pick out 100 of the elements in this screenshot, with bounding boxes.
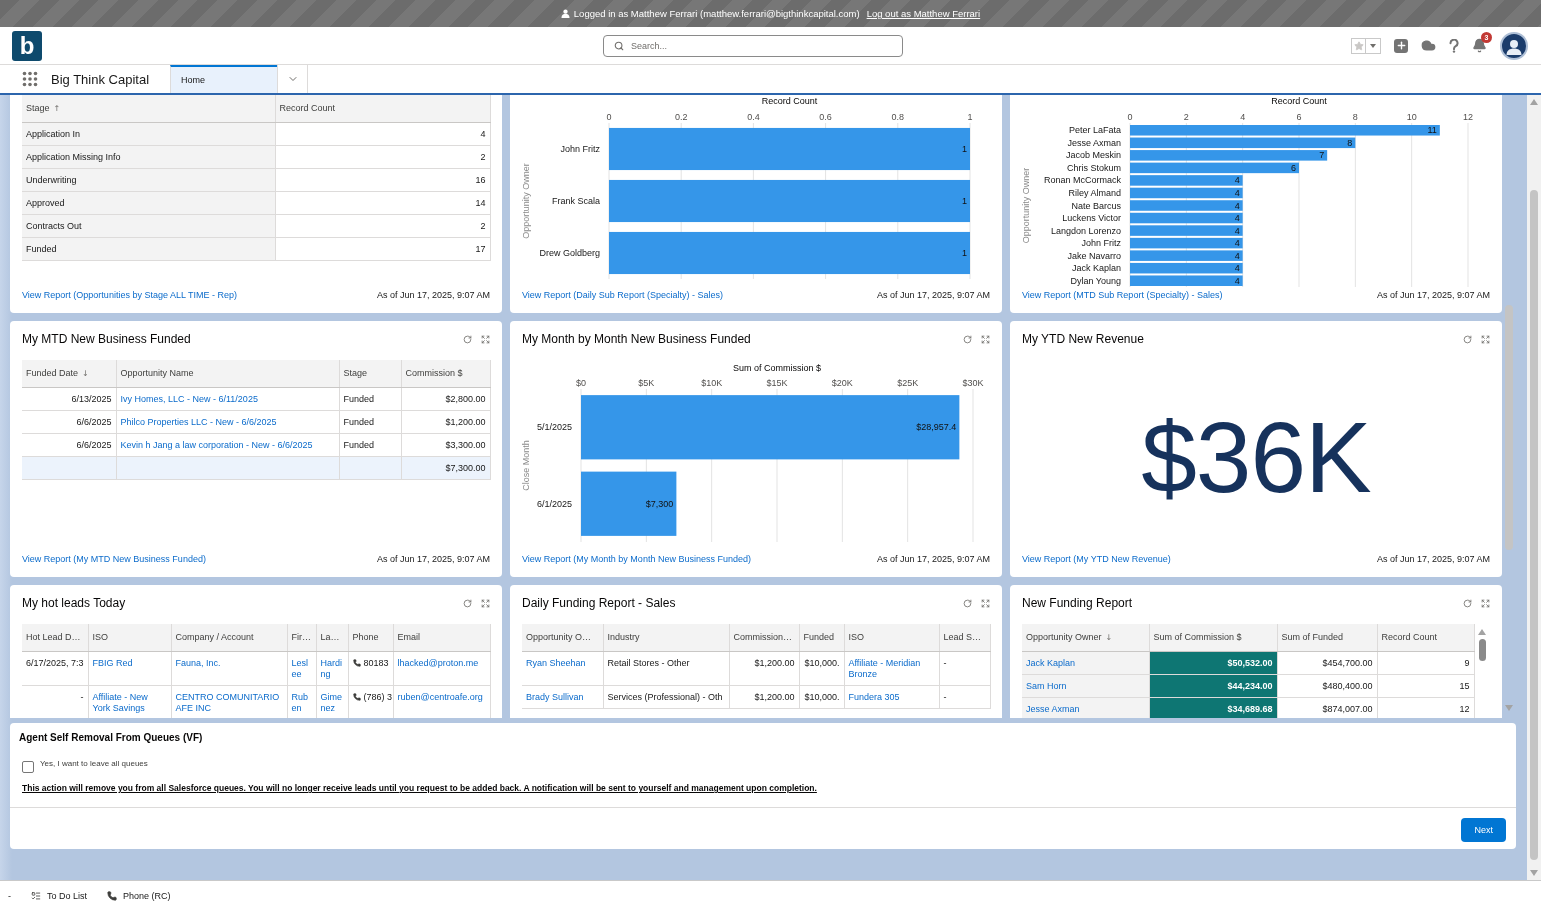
scroll-down-icon[interactable] xyxy=(1530,870,1538,876)
scrollbar-thumb[interactable] xyxy=(1505,305,1513,550)
column-header[interactable]: Commission… xyxy=(729,624,799,652)
table-link[interactable]: Harding xyxy=(320,658,344,680)
column-header[interactable]: Company / Account xyxy=(171,624,287,652)
table-link[interactable]: Gimenez xyxy=(320,692,344,714)
column-header[interactable]: Funded Date ↓ xyxy=(22,360,116,388)
app-launcher-icon[interactable] xyxy=(22,71,38,87)
table-link[interactable]: Philco Properties LLC - New - 6/6/2025 xyxy=(120,417,335,428)
star-icon xyxy=(1353,40,1364,51)
checkbox[interactable] xyxy=(22,761,34,773)
column-header[interactable]: ISO xyxy=(844,624,939,652)
refresh-icon[interactable] xyxy=(963,334,972,344)
table-link[interactable]: lhacked@proton.me xyxy=(397,658,486,669)
utility-item[interactable]: Phone (RC) xyxy=(107,891,171,901)
expand-icon[interactable] xyxy=(981,334,990,344)
refresh-icon[interactable] xyxy=(1463,334,1472,344)
logo[interactable]: b xyxy=(12,30,42,61)
column-header[interactable]: Stage ↑ xyxy=(22,95,275,123)
report-link[interactable]: View Report (My YTD New Revenue) xyxy=(1022,554,1171,565)
column-header[interactable]: Record Count xyxy=(275,95,490,123)
column-header[interactable]: Sum of Funded xyxy=(1277,624,1377,652)
search-field[interactable]: Search... xyxy=(603,34,903,57)
report-link[interactable]: View Report (My MTD New Business Funded) xyxy=(22,554,206,565)
table-link[interactable]: ruben@centroafe.org xyxy=(397,692,486,703)
scrollbar-thumb[interactable] xyxy=(1478,639,1486,661)
column-header[interactable]: La… xyxy=(316,624,348,652)
value-label: 4 xyxy=(1234,275,1240,286)
utility-item[interactable]: To Do List xyxy=(31,891,88,901)
table-cell: Contracts Out xyxy=(22,214,275,238)
table-link[interactable]: Jesse Axman xyxy=(1026,704,1145,715)
table-cell: 6/6/2025 xyxy=(22,410,116,434)
expand-icon[interactable] xyxy=(981,598,990,608)
setup-button[interactable] xyxy=(1421,38,1436,53)
report-link[interactable]: View Report (MTD Sub Report (Specialty) - Sales) xyxy=(1022,290,1223,301)
column-header[interactable]: Stage xyxy=(339,360,401,388)
phone-number: 80183 xyxy=(363,658,389,668)
value-label: 8 xyxy=(1347,137,1353,148)
table-link[interactable]: Fundera 305 xyxy=(848,692,935,703)
logout-link[interactable]: Log out as Matthew Ferrari xyxy=(866,8,981,19)
column-header[interactable]: Commission $ xyxy=(401,360,490,388)
report-link[interactable]: View Report (Opportunities by Stage ALL TIME - Rep) xyxy=(22,290,237,301)
expand-icon[interactable] xyxy=(1481,598,1490,608)
table-link[interactable]: Brady Sullivan xyxy=(526,692,599,703)
table-link[interactable]: Ivy Homes, LLC - New - 6/11/2025 xyxy=(120,394,335,405)
column-header[interactable]: Funded xyxy=(799,624,844,652)
report-link[interactable]: View Report (Daily Sub Report (Specialty) - Sales) xyxy=(522,290,723,301)
column-header[interactable]: Lead S… xyxy=(939,624,990,652)
column-header[interactable]: Sum of Commission $ xyxy=(1149,624,1277,652)
refresh-icon[interactable] xyxy=(463,334,472,344)
column-header[interactable]: Record Count xyxy=(1377,624,1474,652)
scrollbar[interactable] xyxy=(1527,95,1541,880)
expand-icon[interactable] xyxy=(481,598,490,608)
scrollbar-thumb[interactable] xyxy=(1530,190,1538,860)
table-link[interactable]: Affiliate - New York Savings xyxy=(92,692,167,714)
column-header[interactable]: Industry xyxy=(603,624,729,652)
avatar[interactable] xyxy=(1500,31,1528,60)
warning-text: This action will remove you from all Salesforce queues. You will no longer receive leads until you request to be added back. A notification will be sent to yourself and management upon completion. xyxy=(21,782,818,794)
nav-tab[interactable]: Home xyxy=(170,65,277,93)
tick-label: 0 xyxy=(1127,112,1133,122)
next-button[interactable]: Next xyxy=(1461,818,1506,842)
favorites-menu-button[interactable] xyxy=(1366,37,1381,54)
refresh-icon[interactable] xyxy=(963,598,972,608)
tick-label: $5K xyxy=(638,378,655,388)
scroll-up-icon[interactable] xyxy=(1478,629,1486,635)
column-header[interactable]: Opportunity Owner ↓ xyxy=(1022,624,1149,652)
table-link[interactable]: CENTRO COMUNITARIO AFE INC xyxy=(175,692,283,714)
table-link[interactable]: FBIG Red xyxy=(92,658,167,669)
category-label: Jack Kaplan xyxy=(1071,263,1121,274)
column-header[interactable]: Opportunity O… xyxy=(522,624,603,652)
scroll-up-icon[interactable] xyxy=(1530,99,1538,105)
table-link[interactable]: Fauna, Inc. xyxy=(175,658,283,669)
column-header[interactable]: Phone xyxy=(348,624,393,652)
category-label: Chris Stokum xyxy=(1067,162,1121,173)
expand-icon[interactable] xyxy=(481,334,490,344)
column-header[interactable]: Fir… xyxy=(287,624,316,652)
table-link[interactable]: Leslee xyxy=(291,658,312,680)
refresh-icon[interactable] xyxy=(1463,598,1472,608)
column-header[interactable]: Opportunity Name xyxy=(116,360,339,388)
value-label: 4 xyxy=(1234,238,1240,249)
table-link[interactable]: Jack Kaplan xyxy=(1026,658,1145,669)
plus-icon xyxy=(1395,40,1407,51)
table-link[interactable]: Affiliate - Meridian Bronze xyxy=(848,658,935,680)
column-header[interactable]: Hot Lead D… xyxy=(22,624,88,652)
table-link[interactable]: Sam Horn xyxy=(1026,681,1145,692)
expand-icon[interactable] xyxy=(1481,334,1490,344)
category-label: John Fritz xyxy=(1081,238,1121,249)
axis-title: Opportunity Owner xyxy=(1022,167,1031,244)
table-link[interactable]: Ryan Sheehan xyxy=(526,658,599,669)
table-cell: 2 xyxy=(275,145,490,169)
help-button[interactable] xyxy=(1449,38,1459,53)
value-label: 1 xyxy=(962,248,967,258)
column-header[interactable]: ISO xyxy=(88,624,171,652)
add-button[interactable] xyxy=(1394,38,1408,53)
table-link[interactable]: Kevin h Jang a law corporation - New - 6/6/2025 xyxy=(120,440,335,451)
refresh-icon[interactable] xyxy=(463,598,472,608)
column-header[interactable]: Email xyxy=(393,624,490,652)
report-link[interactable]: View Report (My Month by Month New Business Funded) xyxy=(522,554,751,565)
table-link[interactable]: Ruben xyxy=(291,692,312,714)
utility-item[interactable]: - xyxy=(8,891,11,901)
